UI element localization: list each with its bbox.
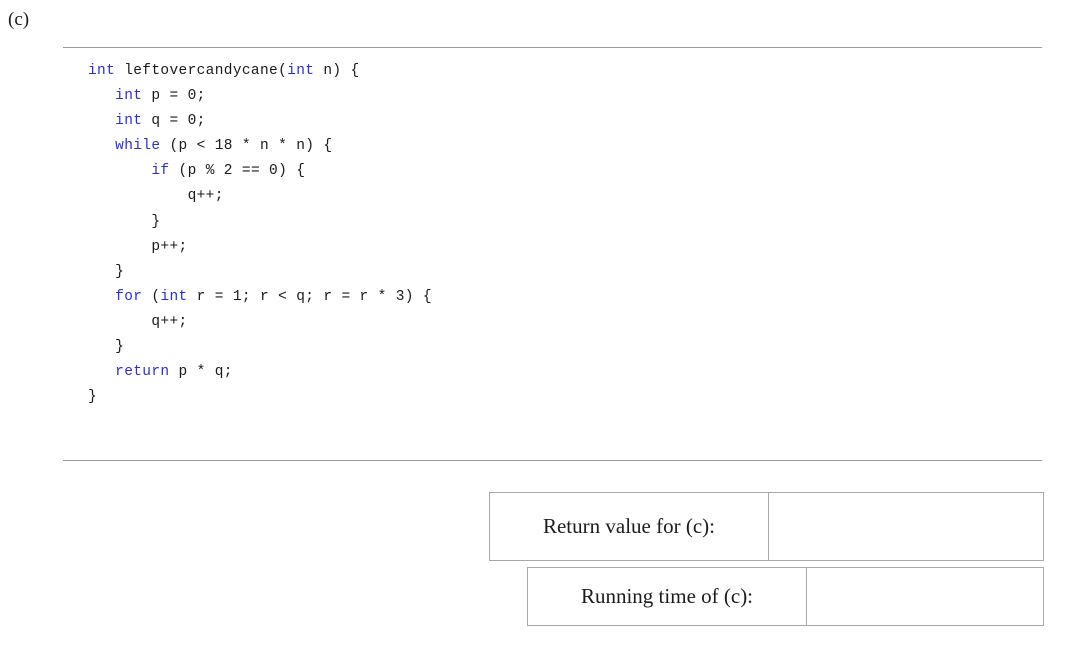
- code-text: (p % 2 == 0) {: [169, 163, 306, 180]
- code-line: }: [88, 210, 432, 235]
- return-value-input[interactable]: [769, 493, 1043, 560]
- code-keyword: int: [115, 88, 143, 105]
- code-keyword: int: [160, 288, 188, 305]
- code-text: (p < 18 * n * n) {: [160, 138, 333, 155]
- code-line: return p * q;: [88, 360, 432, 385]
- code-text: p * q;: [169, 364, 233, 381]
- code-line: int leftovercandycane(int n) {: [88, 59, 432, 84]
- return-value-answer-box: Return value for (c):: [489, 492, 1044, 561]
- code-line: }: [88, 335, 432, 360]
- running-time-label: Running time of (c):: [528, 568, 807, 625]
- code-line: int p = 0;: [88, 84, 432, 109]
- code-line: }: [88, 385, 432, 410]
- code-keyword: return: [115, 364, 170, 381]
- code-keyword: if: [151, 163, 170, 180]
- part-label: (c): [8, 9, 30, 30]
- code-text: (: [142, 288, 161, 305]
- code-text: r = 1; r < q; r = r * 3) {: [187, 288, 432, 305]
- code-line: }: [88, 260, 432, 285]
- code-text: }: [88, 263, 125, 280]
- code-keyword: int: [287, 63, 315, 79]
- code-rule-bottom: [63, 460, 1042, 461]
- code-keyword: int: [115, 113, 143, 130]
- code-text: q = 0;: [142, 113, 206, 130]
- code-text: leftovercandycane(: [115, 63, 288, 79]
- code-line: if (p % 2 == 0) {: [88, 159, 432, 184]
- code-keyword: for: [115, 288, 143, 305]
- code-text: p++;: [88, 238, 188, 255]
- code-text: q++;: [88, 313, 188, 330]
- code-line: q++;: [88, 184, 432, 209]
- code-text: }: [88, 389, 98, 406]
- code-line: for (int r = 1; r < q; r = r * 3) {: [88, 285, 432, 310]
- code-text: }: [88, 339, 125, 356]
- code-text: q++;: [88, 188, 224, 205]
- code-keyword: while: [115, 138, 161, 155]
- running-time-input[interactable]: [807, 568, 1043, 625]
- code-line: while (p < 18 * n * n) {: [88, 134, 432, 159]
- code-listing: int leftovercandycane(int n) { int p = 0…: [88, 59, 432, 410]
- code-text: }: [88, 213, 161, 230]
- code-text: n) {: [314, 63, 360, 79]
- code-text: p = 0;: [142, 88, 206, 105]
- code-line: q++;: [88, 310, 432, 335]
- running-time-answer-box: Running time of (c):: [527, 567, 1044, 626]
- code-line: int q = 0;: [88, 109, 432, 134]
- code-keyword: int: [88, 63, 116, 79]
- code-rule-top: [63, 47, 1042, 48]
- return-value-label: Return value for (c):: [490, 493, 769, 560]
- code-line: p++;: [88, 235, 432, 260]
